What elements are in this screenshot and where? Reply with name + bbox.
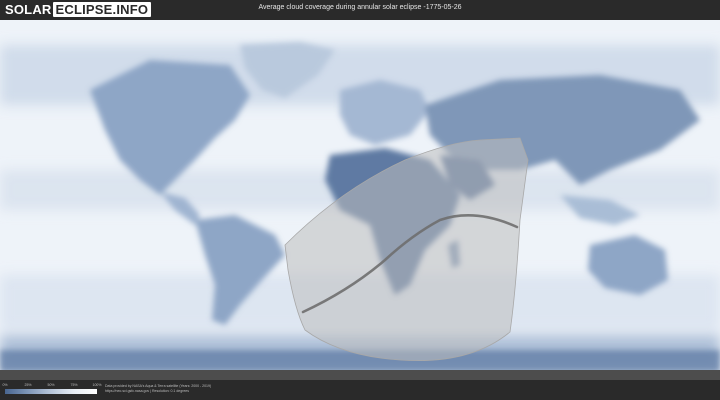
header-bar: SOLAR ECLIPSE.INFO Average cloud coverage… [0,0,720,20]
footer-bar: 0% 25% 50% 75% 100% Data provided by NAS… [0,380,720,400]
legend-tick: 0% [2,383,8,387]
page-title: Average cloud coverage during annular so… [258,4,462,11]
data-credits: Data provided by NASA's Aqua & Terra sat… [105,384,211,394]
legend-tick: 100% [92,383,102,387]
map-bottom-strip [0,370,720,380]
legend-tick: 50% [47,383,55,387]
legend-colorbar [5,389,97,394]
legend-tick: 25% [24,383,32,387]
legend-tick: 75% [70,383,78,387]
cloud-coverage-map [0,20,720,380]
map-svg [0,20,720,380]
credit-line-2: https://neo.sci.gsfc.nasa.gov | Resoluti… [105,389,189,393]
